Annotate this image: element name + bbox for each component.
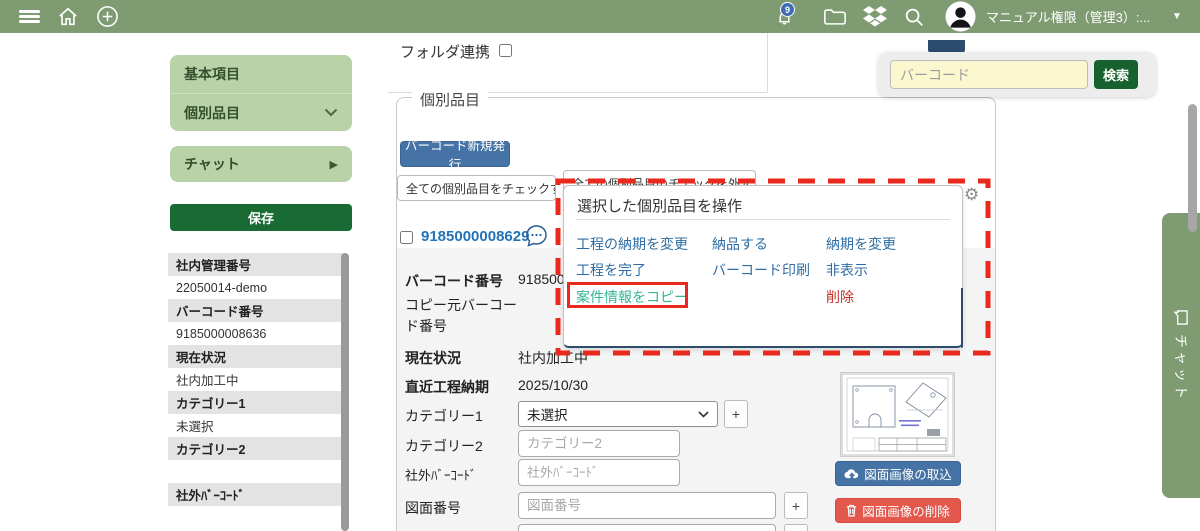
- sidebar-item-individual[interactable]: 個別品目: [170, 93, 352, 131]
- category1-selected-value: 未選択: [527, 404, 698, 424]
- popup-divider: [576, 219, 950, 220]
- new-barcode-button[interactable]: バーコード新規発行: [400, 141, 510, 167]
- search-icon[interactable]: [899, 0, 929, 33]
- sidebar-item-chat[interactable]: チャット ▶: [170, 146, 352, 182]
- sidebar-item-basic[interactable]: 基本項目: [170, 55, 352, 93]
- section-title: 個別品目: [412, 89, 488, 110]
- info-label: 現在状況: [168, 345, 342, 368]
- category1-label: カテゴリー1: [405, 406, 483, 426]
- info-label: 社内管理番号: [168, 253, 342, 276]
- status-label: 現在状況: [405, 348, 461, 368]
- item-checkbox[interactable]: [400, 231, 413, 244]
- drawing-number-add-button[interactable]: +: [784, 492, 808, 519]
- chat-side-tab-label: チャット: [1171, 334, 1191, 402]
- sidebar-item-basic-label: 基本項目: [184, 64, 240, 84]
- notifications-bell-icon[interactable]: 9: [770, 0, 798, 33]
- popup-title: 選択した個別品目を操作: [577, 195, 742, 216]
- barcode-search-button[interactable]: 検索: [1094, 60, 1138, 89]
- info-value: [168, 506, 342, 529]
- info-value: 社内加工中: [168, 368, 342, 391]
- popup-border-accent: [961, 288, 963, 348]
- avatar[interactable]: [943, 0, 977, 33]
- app-window: 9 マニュアル権限（管理3）:... ▼ 基本項目 個別品目 チャット ▶ 保: [0, 0, 1200, 531]
- chevron-down-icon: [324, 108, 338, 117]
- sidebar-nav-group: 基本項目 個別品目: [170, 55, 352, 131]
- gear-icon[interactable]: ⚙: [964, 185, 979, 205]
- next-row-input-partial[interactable]: [518, 524, 776, 531]
- popup-link-hide[interactable]: 非表示: [826, 260, 868, 280]
- top-navbar: 9 マニュアル権限（管理3）:... ▼: [0, 0, 1200, 33]
- user-label: マニュアル権限（管理3）:...: [986, 7, 1150, 26]
- category2-label: カテゴリー2: [405, 436, 483, 456]
- user-menu[interactable]: マニュアル権限（管理3）:...: [986, 0, 1166, 33]
- info-label: カテゴリー2: [168, 437, 342, 460]
- sidebar-list-scrollbar[interactable]: [341, 253, 349, 531]
- category1-add-button[interactable]: +: [724, 400, 748, 428]
- window-scrollbar[interactable]: [1188, 104, 1197, 232]
- chat-side-tab[interactable]: チャット: [1162, 213, 1200, 498]
- info-value: 9185000008636: [168, 322, 342, 345]
- popup-link-change-process-due[interactable]: 工程の納期を変更: [576, 234, 688, 254]
- popup-link-deliver[interactable]: 納品する: [712, 234, 768, 254]
- next-row-add-partial[interactable]: [784, 524, 808, 531]
- external-barcode-input[interactable]: [518, 459, 680, 486]
- info-value: [168, 460, 342, 483]
- barcode-number-label: バーコード番号: [405, 271, 503, 291]
- drawing-image-thumbnail[interactable]: [840, 372, 955, 457]
- delete-drawing-button[interactable]: 図面画像の削除: [835, 498, 961, 523]
- copy-source-barcode-label: コピー元バーコード番号: [405, 295, 517, 337]
- popup-link-delete[interactable]: 削除: [826, 287, 854, 307]
- popup-link-copy-case-info[interactable]: 案件情報をコピー: [576, 287, 688, 307]
- info-value: 未選択: [168, 414, 342, 437]
- sidebar-item-chat-label: チャット: [184, 154, 330, 174]
- chat-bubble-outline-icon: [1173, 309, 1189, 326]
- sidebar-info-list: 社内管理番号 22050014-demo バーコード番号 91850000086…: [168, 253, 349, 529]
- item-number-link[interactable]: 9185000008629: [421, 228, 529, 245]
- select-chevron-icon: [698, 411, 709, 418]
- sidebar-item-individual-label: 個別品目: [184, 103, 324, 123]
- barcode-search-box: 検索: [878, 52, 1156, 97]
- chevron-right-icon: ▶: [330, 158, 338, 171]
- item-actions-popup: 選択した個別品目を操作 工程の納期を変更 納品する 納期を変更 工程を完了 バー…: [563, 185, 963, 348]
- due-date-value: 2025/10/30: [518, 377, 588, 393]
- upload-drawing-label: 図面画像の取込: [864, 464, 952, 483]
- barcode-search-input[interactable]: [890, 60, 1088, 89]
- user-menu-caret-icon[interactable]: ▼: [1166, 0, 1188, 33]
- add-icon[interactable]: [93, 0, 121, 33]
- category2-input[interactable]: [518, 430, 680, 457]
- cloud-upload-icon: [844, 468, 859, 480]
- popup-link-print-barcode[interactable]: バーコード印刷: [712, 260, 810, 280]
- drawing-number-input[interactable]: [518, 492, 776, 519]
- status-value: 社内加工中: [518, 348, 588, 368]
- folder-link-checkbox[interactable]: [499, 44, 512, 57]
- info-label: バーコード番号: [168, 299, 342, 322]
- info-label: カテゴリー1: [168, 391, 342, 414]
- drawing-number-label: 図面番号: [405, 498, 461, 518]
- popup-link-change-due[interactable]: 納期を変更: [826, 234, 896, 254]
- trash-icon: [846, 504, 857, 517]
- folder-link-label: フォルダ連携: [400, 41, 490, 62]
- upload-drawing-button[interactable]: 図面画像の取込: [835, 461, 961, 486]
- hamburger-menu-icon[interactable]: [16, 0, 42, 33]
- dropbox-icon[interactable]: [860, 0, 890, 33]
- external-barcode-label: 社外ﾊﾞｰｺｰﾄﾞ: [405, 465, 477, 484]
- folder-icon[interactable]: [820, 0, 850, 33]
- due-date-label: 直近工程納期: [405, 377, 489, 397]
- chat-bubble-icon[interactable]: [524, 224, 549, 248]
- info-value: 22050014-demo: [168, 276, 342, 299]
- check-all-button[interactable]: 全ての個別品目をチェックする: [397, 175, 556, 201]
- home-icon[interactable]: [54, 0, 82, 33]
- info-label: 社外ﾊﾞｰｺｰﾄﾞ: [168, 483, 342, 506]
- save-button[interactable]: 保存: [170, 204, 352, 231]
- delete-drawing-label: 図面画像の削除: [862, 501, 950, 520]
- popup-link-complete-process[interactable]: 工程を完了: [576, 260, 646, 280]
- category1-select[interactable]: 未選択: [518, 401, 718, 427]
- notification-count-badge: 9: [780, 2, 795, 17]
